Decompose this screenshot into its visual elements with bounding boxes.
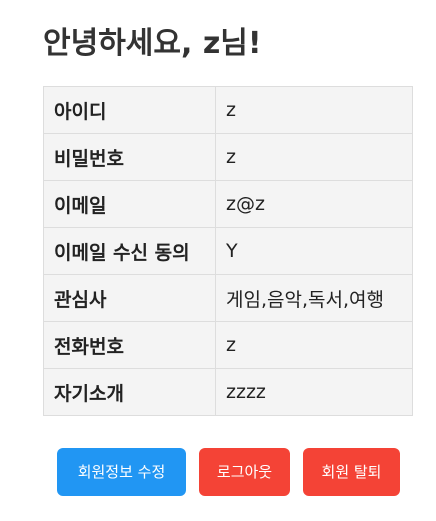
row-label-email-consent: 이메일 수신 동의 [43, 227, 216, 275]
page-title: 안녕하세요, z님! [43, 26, 262, 61]
row-label-interests: 관심사 [43, 274, 216, 322]
table-row: 관심사 게임,음악,독서,여행 [43, 274, 413, 322]
row-label-id: 아이디 [43, 86, 216, 134]
row-value-phone: z [215, 321, 413, 369]
edit-profile-button[interactable]: 회원정보 수정 [57, 448, 186, 496]
row-label-password: 비밀번호 [43, 133, 216, 181]
mypage: 안녕하세요, z님! 아이디 z 비밀번호 z 이메일 z@z 이메일 수신 동… [0, 0, 436, 521]
row-label-intro: 자기소개 [43, 368, 216, 416]
row-value-email-consent: Y [215, 227, 413, 275]
table-row: 전화번호 z [43, 321, 413, 369]
row-value-email: z@z [215, 180, 413, 228]
row-label-email: 이메일 [43, 180, 216, 228]
table-row: 자기소개 zzzz [43, 368, 413, 416]
row-value-id: z [215, 86, 413, 134]
logout-button[interactable]: 로그아웃 [199, 448, 290, 496]
row-value-password: z [215, 133, 413, 181]
profile-table: 아이디 z 비밀번호 z 이메일 z@z 이메일 수신 동의 Y 관심사 게임,… [43, 86, 413, 416]
table-row: 비밀번호 z [43, 133, 413, 181]
row-label-phone: 전화번호 [43, 321, 216, 369]
table-row: 이메일 수신 동의 Y [43, 227, 413, 275]
table-row: 아이디 z [43, 86, 413, 134]
row-value-interests: 게임,음악,독서,여행 [215, 274, 413, 322]
table-row: 이메일 z@z [43, 180, 413, 228]
withdraw-button[interactable]: 회원 탈퇴 [303, 448, 400, 496]
row-value-intro: zzzz [215, 368, 413, 416]
